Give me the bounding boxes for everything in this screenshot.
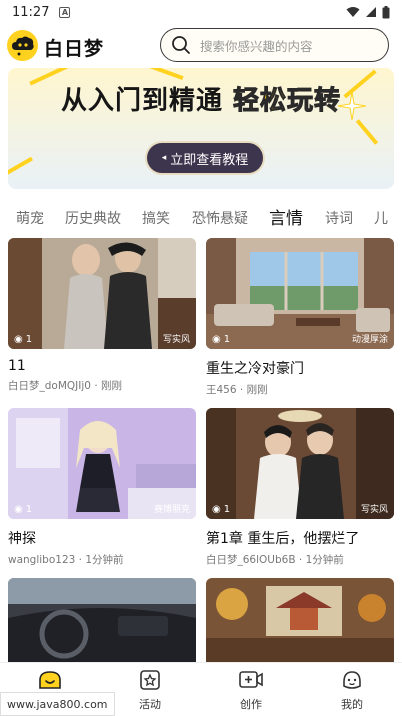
notification-badge: A	[59, 6, 71, 18]
story-cover-image: ◉ 1 写实风	[8, 238, 196, 349]
story-cover-image	[206, 578, 394, 662]
story-cover-image: ◉ 1 赛博朋克	[8, 408, 196, 519]
profile-icon	[322, 667, 382, 693]
create-video-icon	[221, 667, 281, 693]
tab-funny[interactable]: 搞笑	[142, 208, 170, 228]
banner-title-highlight: 轻松玩转	[233, 86, 342, 117]
view-count: ◉ 1	[212, 504, 231, 515]
tab-poetry[interactable]: 诗词	[325, 208, 353, 228]
view-tutorial-label: 立即查看教程	[170, 152, 249, 168]
view-tutorial-button[interactable]: ◂ 立即查看教程	[147, 143, 263, 173]
story-title: 第1章 重生后，他摆烂了	[206, 531, 360, 547]
story-meta: 白日梦_doMQJIj0 · 刚刚	[8, 380, 122, 392]
style-tag: 写实风	[360, 505, 388, 515]
eye-icon: ◉	[212, 504, 221, 515]
story-title: 神探	[8, 531, 36, 547]
nav-profile[interactable]: 我的	[322, 667, 382, 712]
story-card[interactable]	[206, 578, 394, 662]
tab-horror[interactable]: 恐怖悬疑	[192, 208, 248, 228]
view-count: ◉ 1	[14, 334, 33, 345]
search-input[interactable]: 搜索你感兴趣的内容	[160, 28, 389, 62]
search-placeholder: 搜索你感兴趣的内容	[200, 38, 313, 54]
nav-create-label: 创作	[240, 698, 262, 711]
category-tabs: 萌宠 历史典故 搞笑 恐怖悬疑 言情 诗词 儿	[0, 200, 402, 232]
story-title: 重生之冷对豪门	[206, 361, 304, 377]
story-meta: 王456 · 刚刚	[206, 384, 268, 396]
nav-activity-label: 活动	[139, 698, 161, 711]
app-header: 白日梦 搜索你感兴趣的内容	[0, 26, 402, 66]
story-card[interactable]: ◉ 1 赛博朋克 神探 wanglibo123 · 1分钟前	[8, 408, 196, 567]
nav-create[interactable]: 创作	[221, 667, 281, 712]
tab-history[interactable]: 历史典故	[65, 208, 121, 228]
story-cover-image: ◉ 1 动漫厚涂	[206, 238, 394, 349]
story-cover-image: ◉ 1 写实风	[206, 408, 394, 519]
story-card[interactable]: ◉ 1 动漫厚涂 重生之冷对豪门 王456 · 刚刚	[206, 238, 394, 397]
author-name: 白日梦_66lOUb6B	[206, 554, 296, 566]
eye-icon: ◉	[212, 334, 221, 345]
play-icon: ◂	[161, 153, 167, 163]
watermark: www.java800.com	[0, 692, 115, 716]
activity-icon	[120, 667, 180, 693]
story-card[interactable]: ◉ 1 写实风 第1章 重生后，他摆烂了 白日梦_66lOUb6B · 1分钟前	[206, 408, 394, 567]
view-count: ◉ 1	[14, 504, 33, 515]
author-name: 白日梦_doMQJIj0	[8, 380, 91, 392]
style-tag: 赛博朋克	[153, 505, 190, 515]
status-icons	[346, 5, 390, 19]
post-time: 1分钟前	[85, 554, 124, 566]
tab-romance[interactable]: 言情	[269, 204, 303, 229]
eye-icon: ◉	[14, 334, 23, 345]
story-card[interactable]: ◉ 1 写实风 11 白日梦_doMQJIj0 · 刚刚	[8, 238, 196, 393]
app-logo-text: 白日梦	[44, 38, 105, 60]
author-name: wanglibo123	[8, 554, 76, 566]
story-card[interactable]	[8, 578, 196, 662]
tab-children[interactable]: 儿	[374, 208, 388, 228]
tab-pets[interactable]: 萌宠	[16, 208, 44, 228]
search-icon	[172, 36, 190, 54]
story-meta: 白日梦_66lOUb6B · 1分钟前	[206, 554, 344, 566]
post-time: 刚刚	[246, 384, 268, 396]
status-time: 11:27	[12, 4, 50, 20]
story-title: 11	[8, 358, 26, 374]
view-count: ◉ 1	[212, 334, 231, 345]
nav-activity[interactable]: 活动	[120, 667, 180, 712]
status-bar: 11:27 A	[0, 0, 402, 24]
eye-icon: ◉	[14, 504, 23, 515]
post-time: 1分钟前	[305, 554, 344, 566]
author-name: 王456	[206, 384, 237, 396]
banner-title: 从入门到精通 轻松玩转	[8, 80, 394, 117]
story-cover-image	[8, 578, 196, 662]
story-meta: wanglibo123 · 1分钟前	[8, 554, 124, 566]
signal-icon	[366, 7, 376, 17]
style-tag: 动漫厚涂	[351, 335, 388, 345]
wifi-icon	[346, 7, 360, 17]
banner-title-part1: 从入门到精通	[60, 86, 223, 116]
battery-icon	[382, 5, 390, 18]
style-tag: 写实风	[162, 335, 190, 345]
nav-profile-label: 我的	[341, 698, 363, 711]
post-time: 刚刚	[101, 380, 122, 392]
home-icon	[20, 667, 80, 693]
logo-icon	[7, 30, 38, 61]
promo-banner[interactable]: 从入门到精通 轻松玩转 ◂ 立即查看教程	[8, 68, 394, 189]
